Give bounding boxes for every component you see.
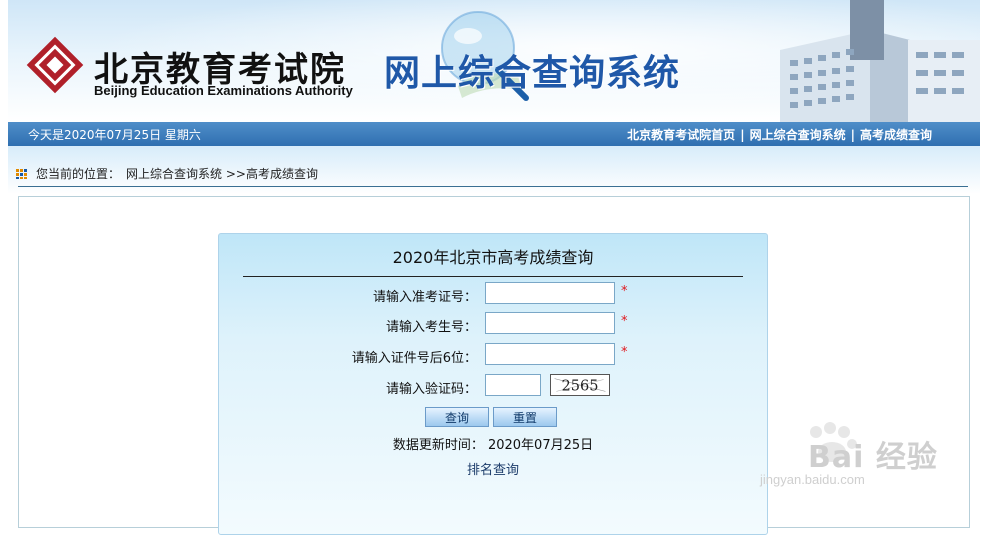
required-mark: * bbox=[621, 284, 628, 299]
breadcrumb-path: 网上综合查询系统 >>高考成绩查询 bbox=[126, 167, 318, 181]
score-query-panel: 2020年北京市高考成绩查询 请输入准考证号： * 请输入考生号： * 请输入证… bbox=[218, 233, 768, 535]
breadcrumb-strip: 您当前的位置： 网上综合查询系统 >>高考成绩查询 bbox=[8, 146, 980, 194]
breadcrumb-divider bbox=[18, 186, 968, 187]
candidate-number-label: 请输入考生号： bbox=[385, 320, 477, 335]
required-mark: * bbox=[621, 345, 628, 360]
bjeea-logo-icon bbox=[26, 36, 84, 94]
watermark-brand: Bai 经验 bbox=[808, 440, 938, 475]
exam-ticket-label: 请输入准考证号： bbox=[372, 290, 477, 305]
captcha-label: 请输入验证码： bbox=[385, 382, 477, 397]
required-mark: * bbox=[621, 314, 628, 329]
system-title: 网上综合查询系统 bbox=[384, 53, 681, 94]
query-button[interactable]: 查询 bbox=[425, 407, 489, 427]
nav-link-score-query[interactable]: 高考成绩查询 bbox=[860, 128, 932, 142]
captcha-input[interactable] bbox=[485, 374, 541, 396]
captcha-row: 请输入验证码： 2565 bbox=[219, 374, 767, 398]
nav-links: 北京教育考试院首页 | 网上综合查询系统 | 高考成绩查询 bbox=[627, 126, 932, 143]
exam-ticket-input[interactable] bbox=[485, 282, 615, 304]
top-nav-bar: 今天是2020年07月25日 星期六 北京教育考试院首页 | 网上综合查询系统 | 高考… bbox=[8, 122, 980, 146]
exam-ticket-row: 请输入准考证号： * bbox=[219, 282, 767, 306]
nav-link-home[interactable]: 北京教育考试院首页 bbox=[627, 128, 735, 142]
breadcrumb-prefix: 您当前的位置： bbox=[36, 167, 121, 181]
form-title: 2020年北京市高考成绩查询 bbox=[392, 248, 594, 267]
captcha-text: 2565 bbox=[562, 378, 599, 394]
form-title-divider bbox=[243, 276, 743, 277]
candidate-number-input[interactable] bbox=[485, 312, 615, 334]
rank-query-link[interactable]: 排名查询 bbox=[219, 459, 767, 478]
nav-separator: | bbox=[740, 128, 745, 142]
id-last6-row: 请输入证件号后6位： * bbox=[219, 343, 767, 367]
current-date: 今天是2020年07月25日 星期六 bbox=[28, 128, 201, 142]
id-last6-label: 请输入证件号后6位： bbox=[351, 351, 477, 366]
captcha-image[interactable]: 2565 bbox=[550, 374, 610, 396]
org-name-en: Beijing Education Examinations Authority bbox=[94, 83, 353, 98]
watermark-url: jingyan.baidu.com bbox=[760, 472, 865, 487]
data-update-time: 数据更新时间： 2020年07月25日 bbox=[392, 438, 594, 453]
building-illustration-icon bbox=[780, 0, 980, 122]
grid-dots-icon bbox=[16, 169, 27, 179]
reset-button[interactable]: 重置 bbox=[493, 407, 557, 427]
nav-link-query-system[interactable]: 网上综合查询系统 bbox=[750, 128, 846, 142]
candidate-number-row: 请输入考生号： * bbox=[219, 312, 767, 336]
site-header: 北京教育考试院 Beijing Education Examinations A… bbox=[8, 0, 980, 122]
breadcrumb: 您当前的位置： 网上综合查询系统 >>高考成绩查询 bbox=[16, 165, 318, 182]
form-buttons: 查询 重置 bbox=[425, 407, 561, 427]
id-last6-input[interactable] bbox=[485, 343, 615, 365]
nav-separator: | bbox=[850, 128, 855, 142]
